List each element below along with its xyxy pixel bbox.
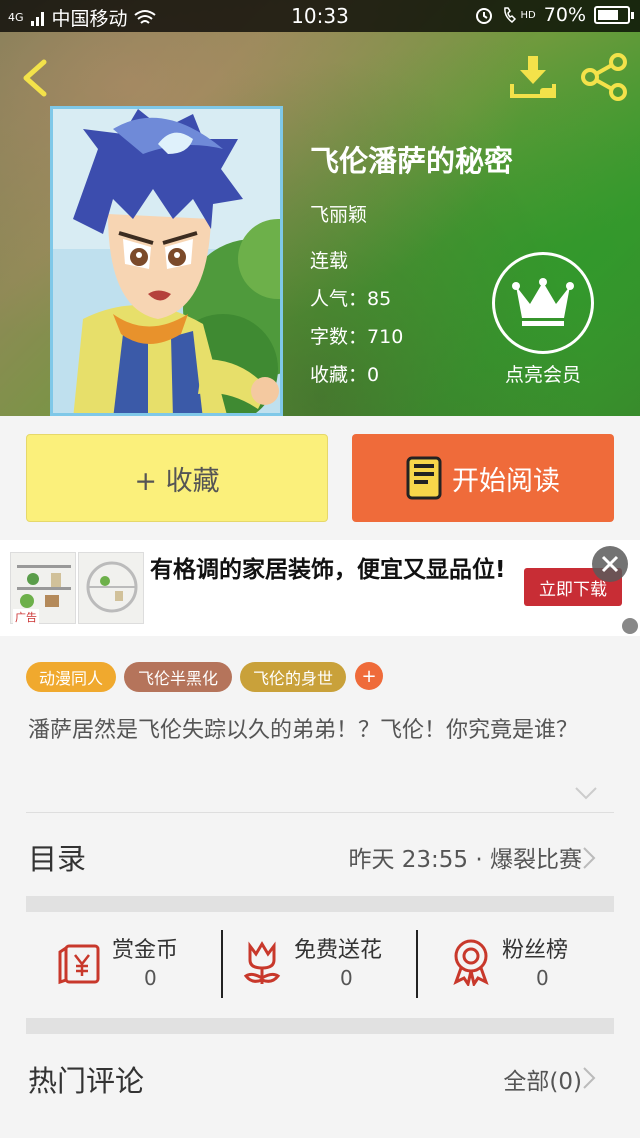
send-flower-button[interactable]: 免费送花 0 <box>242 930 412 1002</box>
cover-illustration <box>53 109 280 413</box>
ad-image-1: 广告 <box>10 552 76 625</box>
flower-icon <box>243 941 281 984</box>
battery-icon <box>594 6 634 24</box>
all-comments-link[interactable]: 全部(0) <box>503 1062 582 1096</box>
tag-item[interactable]: 飞伦的身世 <box>240 662 346 692</box>
hd-label: HD <box>520 9 536 21</box>
ad-text: 有格调的家居装饰，便宜又显品位! <box>150 557 506 583</box>
reward-value: 0 <box>144 966 157 990</box>
close-icon <box>601 555 619 573</box>
tag-label: 飞伦的身世 <box>252 669 333 688</box>
back-button[interactable] <box>16 56 52 100</box>
status-bar: 4G 中国移动 10:33 HD 70% <box>0 0 640 32</box>
medal-icon <box>453 939 489 986</box>
divider <box>416 930 418 998</box>
start-reading-label: 开始阅读 <box>452 465 560 497</box>
word-count-value: 710 <box>367 326 404 348</box>
reward-label: 赏金币 <box>112 938 179 963</box>
fan-ranking-button[interactable]: 粉丝榜 0 <box>450 930 600 1002</box>
chevron-right-icon <box>583 1067 596 1089</box>
crown-icon <box>492 252 594 354</box>
ad-image-2 <box>78 552 144 624</box>
ad-banner[interactable]: 广告 有格调的家居装饰，便宜又显品位! 立即下载 <box>0 540 640 636</box>
popularity-label: 人气： <box>310 288 368 310</box>
start-reading-button[interactable]: 开始阅读 <box>352 434 614 522</box>
divider <box>26 812 614 813</box>
tag-label: 动漫同人 <box>38 669 103 688</box>
favorites-stat: 收藏：0 <box>310 360 379 387</box>
action-bar: + 收藏 开始阅读 <box>0 416 640 540</box>
book-header: 4G 中国移动 10:33 HD 70% 飞伦潘萨的秘密 飞丽颖 连载 人气：8… <box>0 0 640 416</box>
alarm-icon <box>475 8 492 24</box>
word-count-label: 字数： <box>310 326 368 348</box>
table-of-contents-row[interactable]: 目录 昨天 23:55 · 爆裂比赛 <box>0 814 640 896</box>
chevron-down-icon[interactable] <box>574 786 598 800</box>
battery-fill <box>598 10 618 20</box>
popularity-stat: 人气：85 <box>310 284 391 311</box>
vip-button[interactable]: 点亮会员 <box>492 252 594 387</box>
red-packet-icon <box>58 944 100 985</box>
reward-value: 0 <box>536 966 549 990</box>
book-icon <box>406 456 442 500</box>
status-right: HD 70% <box>474 4 634 26</box>
ad-tag: 广告 <box>13 609 39 625</box>
collect-button[interactable]: + 收藏 <box>26 434 328 522</box>
reward-label: 粉丝榜 <box>502 938 569 963</box>
chevron-right-icon <box>583 847 596 869</box>
reward-coin-button[interactable]: 赏金币 0 <box>56 930 206 1002</box>
section-separator <box>26 1018 614 1034</box>
reward-label: 免费送花 <box>294 938 383 963</box>
hot-comments-row[interactable]: 热门评论 全部(0) <box>0 1036 640 1138</box>
battery-percent: 70% <box>543 4 586 26</box>
book-cover[interactable] <box>50 106 283 416</box>
reward-value: 0 <box>340 966 353 990</box>
add-tag-button[interactable]: + <box>355 662 383 690</box>
toc-title: 目录 <box>28 842 87 876</box>
book-author[interactable]: 飞丽颖 <box>310 200 367 227</box>
vip-label: 点亮会员 <box>504 364 581 386</box>
favorites-label: 收藏： <box>310 364 368 386</box>
latest-chapter: 昨天 23:55 · 爆裂比赛 <box>348 847 582 873</box>
word-count-stat: 字数：710 <box>310 322 403 349</box>
call-hd-icon: HD <box>502 6 536 24</box>
book-status: 连载 <box>310 250 349 272</box>
ad-close-button[interactable] <box>592 546 628 582</box>
tag-item[interactable]: 动漫同人 <box>26 662 116 692</box>
comments-title: 热门评论 <box>28 1064 145 1098</box>
download-button[interactable] <box>508 54 560 100</box>
rewards-bar: 赏金币 0 免费送花 0 粉丝榜 0 <box>0 912 640 1018</box>
share-button[interactable] <box>578 52 630 102</box>
book-info: 动漫同人 飞伦半黑化 飞伦的身世 + 潘萨居然是飞伦失踪以久的弟弟！？飞伦！你究… <box>0 636 640 896</box>
divider <box>221 930 223 998</box>
book-description: 潘萨居然是飞伦失踪以久的弟弟！？飞伦！你究竟是谁？ <box>28 718 579 743</box>
section-separator <box>26 896 614 912</box>
favorites-value: 0 <box>367 364 380 386</box>
tag-label: 飞伦半黑化 <box>137 669 218 688</box>
tag-item[interactable]: 飞伦半黑化 <box>124 662 232 692</box>
book-title: 飞伦潘萨的秘密 <box>310 144 514 178</box>
popularity-value: 85 <box>367 288 392 310</box>
ad-info-icon[interactable] <box>622 618 638 634</box>
